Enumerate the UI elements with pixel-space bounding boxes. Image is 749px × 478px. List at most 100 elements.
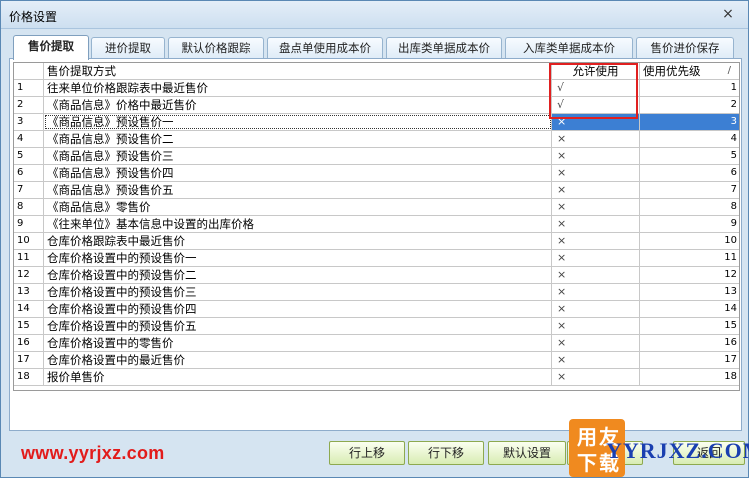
row-priority: 16 (724, 337, 737, 348)
table-row[interactable]: 14 仓库价格设置中的预设售价四 × 14 (14, 301, 739, 318)
table-row[interactable]: 17 仓库价格设置中的最近售价 × 17 (14, 352, 739, 369)
row-allow-flag[interactable]: × (552, 233, 640, 249)
row-number: 6 (14, 165, 44, 181)
row-priority: 17 (724, 354, 737, 365)
row-number: 3 (14, 114, 44, 130)
row-method-name: 仓库价格跟踪表中最近售价 (44, 233, 552, 249)
row-priority: 10 (724, 235, 737, 246)
watermark-url: www.yyrjxz.com (21, 443, 165, 463)
row-number: 12 (14, 267, 44, 283)
row-allow-flag[interactable]: × (552, 216, 640, 232)
row-allow-flag[interactable]: × (552, 165, 640, 181)
tab-default-price-tracking[interactable]: 默认价格跟踪 (168, 37, 264, 59)
row-method-name: 《往来单位》基本信息中设置的出库价格 (44, 216, 552, 232)
table-row[interactable]: 4 《商品信息》预设售价二 × 4 (14, 131, 739, 148)
row-priority: 13 (724, 286, 737, 297)
header-priority[interactable]: 使用优先级 / (640, 63, 739, 79)
row-method-name: 仓库价格设置中的最近售价 (44, 352, 552, 368)
table-row[interactable]: 13 仓库价格设置中的预设售价三 × 13 (14, 284, 739, 301)
row-priority: 4 (730, 133, 737, 144)
row-priority: 12 (724, 269, 737, 280)
table-row[interactable]: 11 仓库价格设置中的预设售价一 × 11 (14, 250, 739, 267)
row-allow-flag[interactable]: × (552, 250, 640, 266)
tab-outbound-cost[interactable]: 出库类单据成本价 (386, 37, 502, 59)
row-method-name: 往来单位价格跟踪表中最近售价 (44, 80, 552, 96)
row-number: 14 (14, 301, 44, 317)
row-number: 11 (14, 250, 44, 266)
row-priority: 3 (640, 114, 739, 130)
row-method-name: 仓库价格设置中的预设售价二 (44, 267, 552, 283)
table-row[interactable]: 10 仓库价格跟踪表中最近售价 × 10 (14, 233, 739, 250)
row-number: 7 (14, 182, 44, 198)
row-priority: 5 (730, 150, 737, 161)
row-number: 13 (14, 284, 44, 300)
row-allow-flag[interactable]: × (552, 284, 640, 300)
row-number: 4 (14, 131, 44, 147)
table-row[interactable]: 18 报价单售价 × 18 (14, 369, 739, 386)
tab-inbound-cost[interactable]: 入库类单据成本价 (505, 37, 633, 59)
row-priority: 14 (724, 303, 737, 314)
title-bar: 价格设置 × (1, 1, 748, 29)
watermark-logo-text: YYRJXZ.COM (606, 438, 749, 463)
price-settings-window: 价格设置 × 售价提取 进价提取 默认价格跟踪 盘点单使用成本价 出库类单据成本… (0, 0, 749, 478)
row-allow-flag[interactable]: × (552, 369, 640, 385)
row-allow-flag[interactable]: × (552, 301, 640, 317)
row-method-name: 《商品信息》预设售价五 (44, 182, 552, 198)
row-allow-flag[interactable]: × (552, 335, 640, 351)
move-down-button[interactable]: 行下移 (408, 441, 484, 465)
row-allow-flag[interactable]: × (552, 267, 640, 283)
row-allow-flag[interactable]: × (552, 318, 640, 334)
window-title: 价格设置 (9, 10, 58, 24)
row-number: 18 (14, 369, 44, 385)
row-method-name: 仓库价格设置中的预设售价一 (44, 250, 552, 266)
move-up-button[interactable]: 行上移 (329, 441, 405, 465)
row-number: 1 (14, 80, 44, 96)
close-icon[interactable]: × (720, 6, 736, 22)
row-allow-flag[interactable]: × (552, 352, 640, 368)
table-row[interactable]: 9 《往来单位》基本信息中设置的出库价格 × 9 (14, 216, 739, 233)
row-allow-flag[interactable]: × (552, 148, 640, 164)
allow-column-highlight (549, 63, 638, 119)
tab-sale-price-extract[interactable]: 售价提取 (13, 35, 89, 60)
row-allow-flag[interactable]: × (552, 131, 640, 147)
table-row[interactable]: 5 《商品信息》预设售价三 × 5 (14, 148, 739, 165)
row-number: 8 (14, 199, 44, 215)
header-priority-label: 使用优先级 (643, 64, 701, 78)
default-settings-button[interactable]: 默认设置 (488, 441, 566, 465)
table-row[interactable]: 6 《商品信息》预设售价四 × 6 (14, 165, 739, 182)
row-method-name: 仓库价格设置中的预设售价五 (44, 318, 552, 334)
row-allow-flag[interactable]: × (552, 199, 640, 215)
header-method[interactable]: 售价提取方式 (44, 63, 552, 79)
row-priority: 6 (730, 167, 737, 178)
header-no (14, 63, 44, 79)
row-method-name: 报价单售价 (44, 369, 552, 385)
row-number: 9 (14, 216, 44, 232)
logo-char-1: 用 (577, 425, 597, 449)
row-method-name: 《商品信息》预设售价四 (44, 165, 552, 181)
table-row[interactable]: 16 仓库价格设置中的零售价 × 16 (14, 335, 739, 352)
row-allow-flag[interactable]: × (552, 182, 640, 198)
table-row[interactable]: 7 《商品信息》预设售价五 × 7 (14, 182, 739, 199)
row-priority: 11 (724, 252, 737, 263)
logo-char-3: 下 (577, 451, 597, 475)
row-method-name: 仓库价格设置中的预设售价三 (44, 284, 552, 300)
sort-indicator-icon: / (727, 65, 731, 76)
tab-stocktake-cost[interactable]: 盘点单使用成本价 (267, 37, 383, 59)
row-priority: 9 (730, 218, 737, 229)
row-method-name: 仓库价格设置中的零售价 (44, 335, 552, 351)
tab-price-save[interactable]: 售价进价保存 (636, 37, 734, 59)
table-row[interactable]: 15 仓库价格设置中的预设售价五 × 15 (14, 318, 739, 335)
row-priority: 8 (730, 201, 737, 212)
row-method-name: 仓库价格设置中的预设售价四 (44, 301, 552, 317)
table-row[interactable]: 12 仓库价格设置中的预设售价二 × 12 (14, 267, 739, 284)
tab-purchase-price-extract[interactable]: 进价提取 (91, 37, 165, 59)
row-priority: 7 (730, 184, 737, 195)
row-number: 10 (14, 233, 44, 249)
row-priority: 1 (730, 82, 737, 93)
row-number: 16 (14, 335, 44, 351)
row-method-name: 《商品信息》零售价 (44, 199, 552, 215)
table-row[interactable]: 8 《商品信息》零售价 × 8 (14, 199, 739, 216)
row-method-name: 《商品信息》价格中最近售价 (44, 97, 552, 113)
row-method-name: 《商品信息》预设售价三 (44, 148, 552, 164)
row-method-name: 《商品信息》预设售价一 (44, 114, 552, 130)
